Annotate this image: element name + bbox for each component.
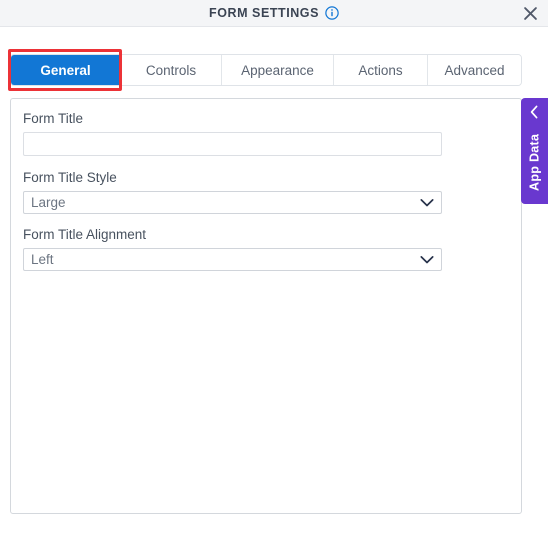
field-form-title: Form Title bbox=[23, 111, 442, 156]
tab-actions-label: Actions bbox=[358, 62, 403, 78]
tab-controls-label: Controls bbox=[145, 62, 197, 78]
tab-advanced-label: Advanced bbox=[444, 62, 505, 78]
app-data-panel-tab[interactable]: App Data bbox=[521, 98, 548, 204]
form-title-alignment-select-value: Left bbox=[23, 248, 442, 271]
tab-general-label: General bbox=[40, 62, 91, 78]
tab-actions[interactable]: Actions bbox=[334, 55, 428, 85]
tab-appearance[interactable]: Appearance bbox=[222, 55, 334, 85]
tab-controls[interactable]: Controls bbox=[121, 55, 222, 85]
form-title-label: Form Title bbox=[23, 111, 84, 126]
form-title-alignment-label: Form Title Alignment bbox=[23, 227, 147, 242]
general-settings-panel: Form Title Form Title Style Large Form T… bbox=[10, 98, 522, 514]
chevron-left-icon bbox=[521, 105, 548, 119]
app-data-label: App Data bbox=[527, 133, 542, 191]
tab-appearance-label: Appearance bbox=[241, 62, 314, 78]
tab-general[interactable]: General bbox=[11, 55, 121, 85]
form-title-input[interactable] bbox=[23, 132, 442, 156]
field-form-title-style: Form Title Style Large bbox=[23, 170, 442, 214]
form-title-style-select[interactable]: Large bbox=[23, 191, 442, 214]
settings-tab-strip: General Controls Appearance Actions Adva… bbox=[10, 54, 522, 86]
page-title: FORM SETTINGS bbox=[209, 6, 319, 20]
dialog-title-group: FORM SETTINGS bbox=[0, 0, 548, 26]
form-title-alignment-select[interactable]: Left bbox=[23, 248, 442, 271]
field-form-title-alignment: Form Title Alignment Left bbox=[23, 227, 442, 271]
dialog-titlebar: FORM SETTINGS bbox=[0, 0, 548, 27]
form-title-style-select-value: Large bbox=[23, 191, 442, 214]
tab-advanced[interactable]: Advanced bbox=[428, 55, 521, 85]
close-icon[interactable] bbox=[519, 3, 541, 24]
info-circle-icon[interactable] bbox=[325, 6, 339, 20]
form-title-style-label: Form Title Style bbox=[23, 170, 117, 185]
